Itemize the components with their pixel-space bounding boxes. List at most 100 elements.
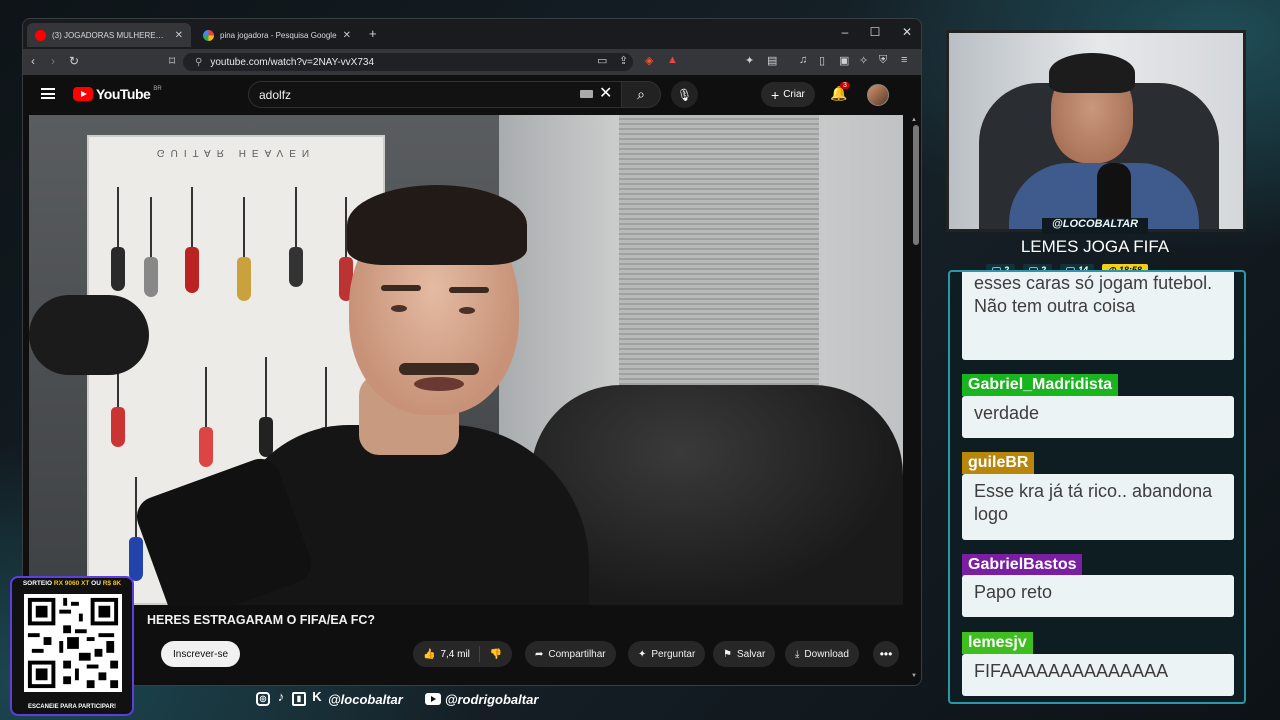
wallet-icon[interactable]: ▣ bbox=[839, 54, 849, 67]
menu-icon[interactable]: ≡ bbox=[901, 54, 907, 66]
youtube-icon bbox=[35, 29, 46, 41]
chat-panel: esses caras só jogam futebol. Não tem ou… bbox=[948, 270, 1246, 704]
guitar-image bbox=[259, 357, 273, 457]
site-info-icon[interactable]: ⚲ bbox=[195, 57, 202, 68]
download-label: Download bbox=[804, 648, 849, 660]
share-label: Compartilhar bbox=[548, 648, 606, 660]
browser-window: (3) JOGADORAS MULHERES ESTRAGARAM ✕ pina… bbox=[22, 18, 922, 686]
extensions-icon[interactable]: ✦ bbox=[745, 54, 754, 67]
share-button[interactable]: ➦ Compartilhar bbox=[525, 641, 616, 667]
youtube-play-icon bbox=[73, 87, 93, 101]
download-button[interactable]: ⤓ Download bbox=[785, 641, 859, 667]
minimize-icon[interactable]: – bbox=[835, 25, 855, 39]
thumbs-down-icon: 👎 bbox=[489, 648, 503, 660]
url-text: youtube.com/watch?v=2NAY-vvX734 bbox=[210, 56, 375, 68]
forward-icon[interactable]: › bbox=[51, 54, 55, 68]
close-window-icon[interactable]: ✕ bbox=[897, 25, 917, 39]
chat-message: FIFAAAAAAAAAAAAAA bbox=[962, 654, 1234, 696]
close-icon[interactable]: ✕ bbox=[175, 30, 183, 41]
chat-message: Esse kra já tá rico.. abandona logo bbox=[962, 474, 1234, 540]
sparkle-icon: ✦ bbox=[638, 648, 647, 660]
frame-title: GUITAR HEAVEN bbox=[156, 147, 316, 158]
subscribe-button[interactable]: Inscrever-se bbox=[161, 641, 241, 667]
guitar-image bbox=[199, 367, 213, 467]
create-button[interactable]: + Criar bbox=[761, 82, 815, 107]
back-icon[interactable]: ‹ bbox=[31, 54, 35, 68]
chat-username: Gabriel_Madridista bbox=[962, 374, 1119, 396]
ask-label: Perguntar bbox=[651, 648, 696, 660]
video-eye bbox=[391, 305, 407, 312]
kick-icon: K bbox=[312, 689, 322, 704]
reload-icon[interactable]: ↻ bbox=[69, 54, 79, 68]
youtube-icon bbox=[424, 693, 441, 705]
guitar-image bbox=[289, 187, 303, 287]
music-icon[interactable]: ♫ bbox=[799, 54, 807, 66]
brave-shield-icon[interactable]: ◈ bbox=[645, 54, 653, 67]
youtube-wordmark: YouTube bbox=[96, 86, 151, 102]
search-button[interactable]: ⌕ bbox=[621, 81, 661, 108]
clear-search-icon[interactable]: ✕ bbox=[599, 83, 612, 103]
subscribe-label: Inscrever-se bbox=[173, 648, 229, 660]
brave-rewards-icon[interactable]: ▲ bbox=[667, 54, 678, 66]
save-button[interactable]: ⚑ Salvar bbox=[713, 641, 776, 667]
bookmark-icon: ⚑ bbox=[723, 648, 732, 660]
like-dislike-group: 👍 7,4 mil 👎 bbox=[413, 641, 513, 667]
reader-icon[interactable]: ▤ bbox=[767, 54, 777, 67]
avatar[interactable] bbox=[867, 84, 889, 106]
scrollbar-thumb[interactable] bbox=[913, 125, 919, 245]
sidebar-icon[interactable]: ▯ bbox=[819, 54, 825, 67]
twitch-icon: ▮ bbox=[292, 692, 306, 706]
chat-message-text: Esse kra já tá rico.. abandona logo bbox=[974, 481, 1213, 524]
social-handle: @locobaltar bbox=[328, 691, 403, 707]
video-brow bbox=[381, 285, 421, 291]
address-bar: ‹ › ↻ ⌑ ⚲ youtube.com/watch?v=2NAY-vvX73… bbox=[23, 49, 921, 75]
new-tab-button[interactable]: + bbox=[369, 26, 377, 41]
chat-message: esses caras só jogam futebol. Não tem ou… bbox=[962, 272, 1234, 360]
video-title: HERES ESTRAGARAM O FIFA/EA FC? bbox=[147, 613, 376, 627]
giveaway-cta: ESCANEIE PARA PARTICIPAR! bbox=[27, 704, 117, 710]
streamer-handle: @LOCOBALTAR bbox=[1042, 218, 1149, 234]
keyboard-icon[interactable] bbox=[580, 90, 593, 98]
youtube-page: YouTube BR adolfz ✕ ⌕ 🎙 + Criar 🔔 3 GUIT bbox=[23, 75, 921, 685]
webcam-person-hair bbox=[1049, 53, 1135, 93]
chat-message-text: verdade bbox=[974, 403, 1040, 423]
notification-badge: 3 bbox=[840, 82, 850, 89]
guitar-image bbox=[111, 347, 125, 447]
dislike-button[interactable]: 👎 bbox=[480, 649, 512, 660]
download-icon: ⤓ bbox=[795, 648, 800, 660]
hamburger-menu-icon[interactable] bbox=[41, 88, 55, 99]
share-icon[interactable]: ⇪ bbox=[619, 54, 628, 67]
tab-youtube[interactable]: (3) JOGADORAS MULHERES ESTRAGARAM ✕ bbox=[27, 23, 191, 47]
like-count: 7,4 mil bbox=[440, 648, 470, 660]
scroll-up-icon[interactable]: ▲ bbox=[911, 117, 917, 123]
microphone-icon: 🎙 bbox=[676, 87, 693, 102]
tab-google[interactable]: pina jogadora - Pesquisa Google ✕ bbox=[195, 23, 359, 47]
google-icon bbox=[203, 29, 214, 41]
chat-message-text: FIFAAAAAAAAAAAAAA bbox=[974, 661, 1169, 681]
guitar-image bbox=[185, 187, 199, 293]
video-player[interactable]: GUITAR HEAVEN bbox=[29, 115, 903, 605]
tab-label: pina jogadora - Pesquisa Google bbox=[220, 30, 337, 40]
plus-icon: + bbox=[771, 86, 780, 103]
leo-icon[interactable]: ✧ bbox=[859, 54, 868, 67]
giveaway-text: SORTEIO RX 9060 XT OU R$ 8K bbox=[22, 580, 122, 587]
maximize-icon[interactable]: ☐ bbox=[865, 25, 885, 39]
url-field[interactable]: ⚲ youtube.com/watch?v=2NAY-vvX734 bbox=[183, 53, 633, 71]
cast-icon[interactable]: ▭ bbox=[597, 54, 607, 67]
ask-button[interactable]: ✦ Perguntar bbox=[628, 641, 706, 667]
region-label: BR bbox=[153, 86, 162, 92]
guitar-image bbox=[144, 197, 158, 297]
bookmark-icon[interactable]: ⌑ bbox=[169, 54, 175, 68]
video-mouth bbox=[414, 377, 464, 391]
video-person-hair bbox=[347, 185, 527, 265]
more-icon: ••• bbox=[879, 647, 893, 661]
vpn-icon[interactable]: ⛨ bbox=[879, 54, 887, 67]
more-options-button[interactable]: ••• bbox=[873, 641, 899, 667]
qr-code bbox=[24, 594, 122, 692]
like-button[interactable]: 👍 7,4 mil bbox=[413, 646, 480, 662]
close-icon[interactable]: ✕ bbox=[343, 30, 351, 41]
voice-search-button[interactable]: 🎙 bbox=[671, 81, 698, 108]
youtube-logo[interactable]: YouTube BR bbox=[73, 86, 162, 102]
video-mustache bbox=[399, 363, 479, 375]
scroll-down-icon[interactable]: ▼ bbox=[911, 673, 917, 679]
